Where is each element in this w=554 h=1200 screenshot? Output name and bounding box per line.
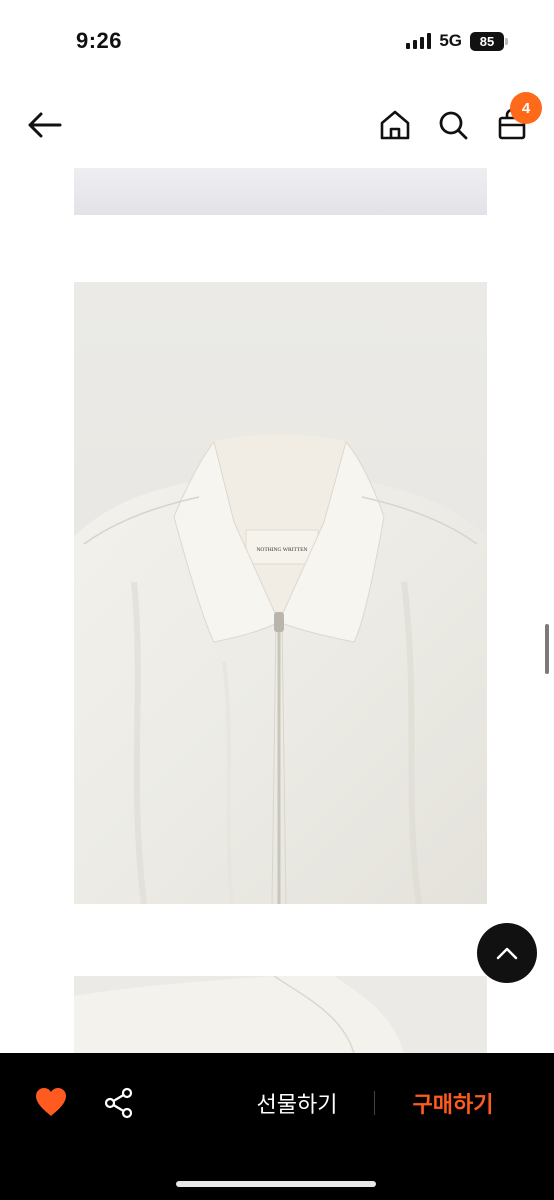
signal-icon bbox=[406, 33, 432, 49]
product-image-partial-bottom bbox=[74, 976, 487, 1054]
garment-label-text: NOTHING WRITTEN bbox=[256, 547, 307, 553]
network-type: 5G bbox=[439, 31, 462, 50]
gift-button[interactable]: 선물하기 bbox=[230, 1086, 364, 1120]
battery-level: 85 bbox=[470, 31, 504, 51]
chevron-up-icon bbox=[496, 947, 518, 960]
cart-count-badge[interactable]: 4 bbox=[510, 92, 542, 124]
home-indicator bbox=[176, 1181, 376, 1187]
product-image-jacket: NOTHING WRITTEN bbox=[74, 282, 487, 904]
divider bbox=[374, 1091, 375, 1115]
share-icon[interactable] bbox=[102, 1086, 136, 1120]
scrollbar[interactable] bbox=[545, 624, 549, 674]
top-nav-bar bbox=[0, 90, 554, 160]
product-image-partial-top bbox=[74, 168, 487, 215]
heart-icon[interactable] bbox=[34, 1086, 68, 1118]
bottom-action-bar: 선물하기 구매하기 bbox=[0, 1053, 554, 1200]
status-indicators: 5G 85 bbox=[406, 31, 508, 51]
battery-icon: 85 bbox=[470, 31, 508, 51]
status-time: 9:26 bbox=[76, 28, 123, 53]
home-icon[interactable] bbox=[378, 108, 412, 142]
buy-button[interactable]: 구매하기 bbox=[388, 1086, 518, 1120]
status-bar: 9:26 5G 85 bbox=[0, 0, 554, 84]
scroll-to-top-button[interactable] bbox=[477, 923, 537, 983]
search-icon[interactable] bbox=[436, 108, 470, 142]
back-arrow-icon[interactable] bbox=[26, 108, 66, 142]
